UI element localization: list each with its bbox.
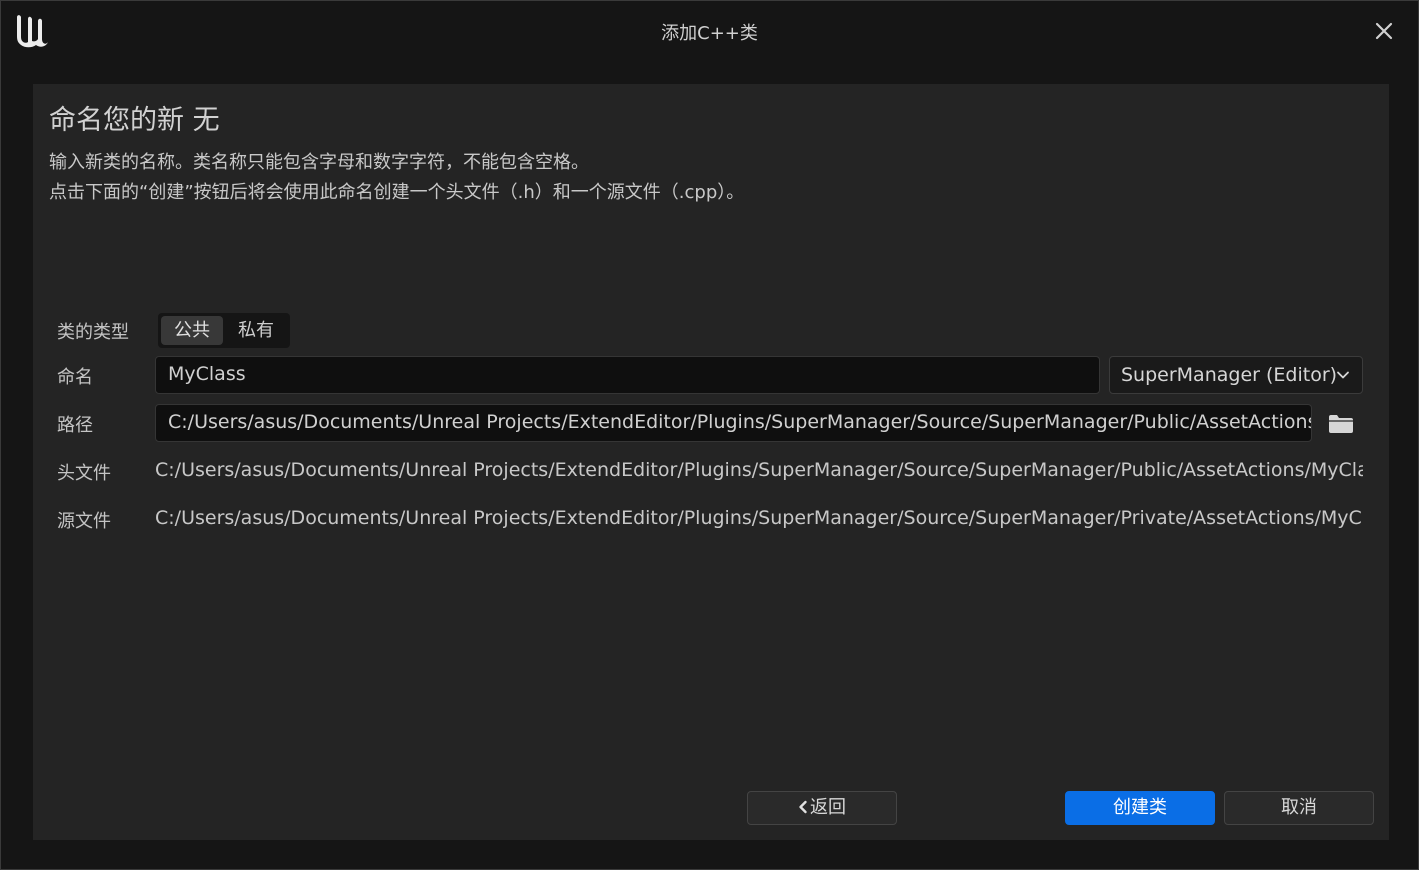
header-file-path: C:/Users/asus/Documents/Unreal Projects/…	[155, 459, 1363, 481]
class-type-label: 类的类型	[57, 322, 129, 343]
chevron-left-icon	[799, 800, 807, 814]
name-label: 命名	[57, 367, 93, 388]
create-class-button[interactable]: 创建类	[1065, 791, 1215, 825]
cancel-button[interactable]: 取消	[1224, 791, 1374, 825]
module-dropdown-value: SuperManager (Editor)	[1121, 364, 1338, 386]
source-file-path: C:/Users/asus/Documents/Unreal Projects/…	[155, 507, 1363, 529]
window-title: 添加C++类	[661, 23, 758, 44]
description-line-1: 输入新类的名称。类名称只能包含字母和数字字符，不能包含空格。	[49, 152, 589, 173]
module-dropdown[interactable]: SuperManager (Editor)	[1109, 356, 1363, 394]
back-button[interactable]: 返回	[747, 791, 897, 825]
page-title: 命名您的新 无	[49, 105, 220, 136]
close-icon[interactable]	[1372, 19, 1396, 43]
class-name-input[interactable]: MyClass	[155, 356, 1100, 394]
chevron-down-icon	[1337, 371, 1349, 379]
path-input[interactable]: C:/Users/asus/Documents/Unreal Projects/…	[155, 404, 1312, 442]
title-bar[interactable]: 添加C++类	[1, 1, 1418, 63]
header-file-label: 头文件	[57, 463, 111, 484]
add-cpp-class-dialog: 添加C++类 命名您的新 无 输入新类的名称。类名称只能包含字母和数字字符，不能…	[0, 0, 1419, 870]
class-type-public-button[interactable]: 公共	[161, 316, 223, 345]
description-line-2: 点击下面的“创建”按钮后将会使用此命名创建一个头文件（.h）和一个源文件（.cp…	[49, 182, 745, 203]
path-label: 路径	[57, 415, 93, 436]
back-button-label: 返回	[810, 797, 846, 818]
source-file-label: 源文件	[57, 511, 111, 532]
class-type-private-button[interactable]: 私有	[225, 316, 287, 345]
content-panel: 命名您的新 无 输入新类的名称。类名称只能包含字母和数字字符，不能包含空格。 点…	[33, 84, 1389, 840]
class-type-toggle: 公共 私有	[158, 313, 290, 348]
folder-icon[interactable]	[1328, 414, 1354, 434]
